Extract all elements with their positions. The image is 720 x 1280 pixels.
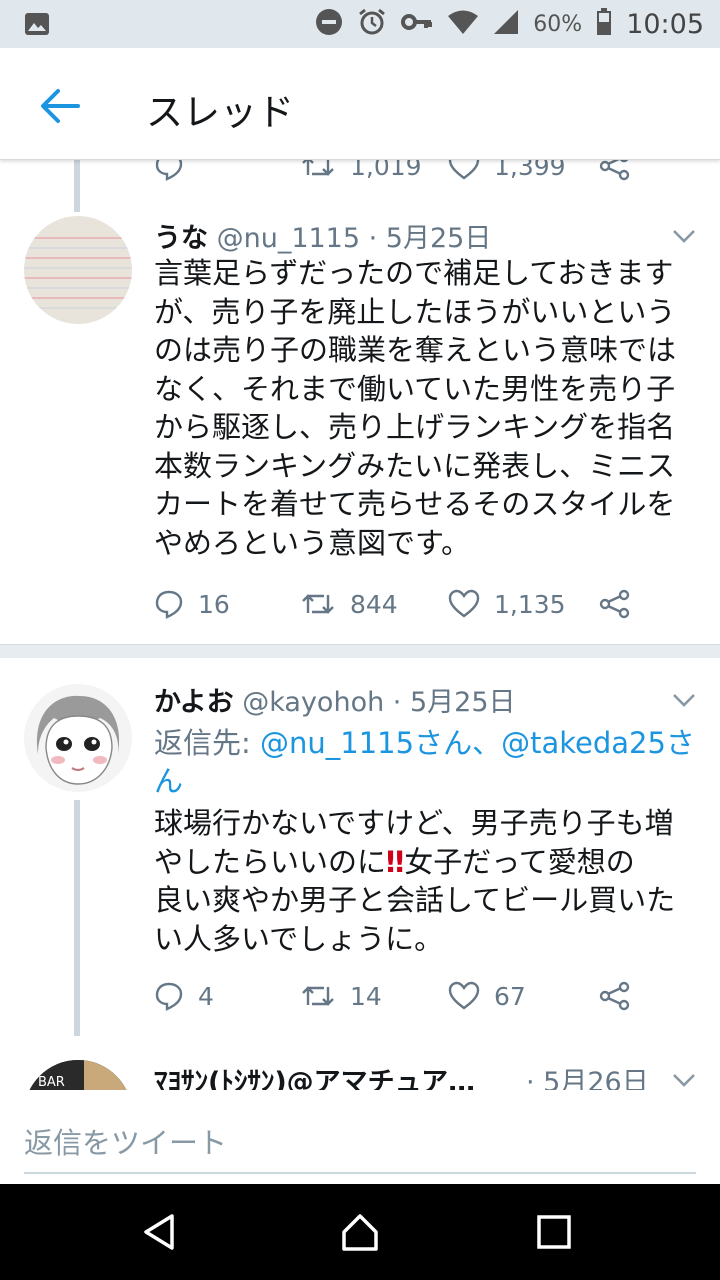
gallery-notification-icon — [24, 12, 50, 40]
like-count: 1,399 — [494, 160, 566, 181]
alarm-icon — [357, 7, 387, 41]
thread-line — [74, 800, 80, 1036]
share-button[interactable] — [598, 584, 632, 624]
reply-button[interactable]: 4 — [154, 976, 214, 1016]
share-button[interactable] — [598, 976, 632, 1016]
tweet-text-line: い人多いでしょうに。 — [154, 921, 444, 956]
tweet-date[interactable]: · 5月25日 — [393, 687, 516, 718]
like-button[interactable]: 1,399 — [448, 160, 566, 186]
tweet-text-line: 本数ランキングみたいに発表し、ミニス — [154, 448, 676, 483]
retweet-button[interactable]: 14 — [300, 976, 382, 1016]
tweet-text-line: カートを着せて売らせるそのスタイルを — [154, 487, 676, 521]
tweet-header: ﾏﾖｻﾝ(ﾄｼｻﾝ)@アマチュア… — [154, 1060, 475, 1090]
avatar[interactable]: BAR — [24, 1060, 132, 1090]
display-name[interactable]: ﾏﾖｻﾝ(ﾄｼｻﾝ)@アマチュア… — [154, 1067, 475, 1090]
tweet-text-line: が、売り子を廃止したほうがいいという — [154, 294, 676, 329]
chevron-down-icon[interactable] — [672, 228, 696, 244]
display-name[interactable]: うな — [154, 223, 208, 254]
tweet-text-line: のは売り子の職業を奪えという意味では — [154, 333, 677, 367]
retweet-count: 844 — [350, 589, 398, 619]
signal-icon — [493, 9, 519, 39]
mention-link[interactable]: ん — [154, 764, 183, 798]
mention-link[interactable]: @nu_1115さん — [260, 726, 472, 760]
share-icon[interactable] — [598, 160, 632, 186]
retweet-count: 14 — [350, 981, 382, 1011]
battery-percent: 60% — [533, 11, 583, 37]
reply-icon — [155, 590, 183, 619]
thread-line — [74, 160, 80, 212]
input-underline — [24, 1172, 696, 1174]
tweet-date[interactable]: · 5月26日 — [526, 1067, 649, 1090]
wifi-icon — [447, 9, 479, 39]
tweet-actions: 16 844 1,135 — [154, 584, 674, 624]
reply-icon — [155, 982, 183, 1011]
tweet-actions: 4 14 67 — [154, 976, 674, 1016]
navigation-bar — [0, 1184, 720, 1280]
mention-link[interactable]: @takeda25さ — [501, 726, 695, 760]
tweet-text-line: 良い爽やか男子と会話してビール買いた — [154, 883, 676, 917]
like-button[interactable]: 1,135 — [448, 584, 566, 624]
tweet-text: 言葉足らずだったので補足しておきます が、売り子を廃止したほうがいいという のは… — [154, 254, 698, 562]
tweet-text: 球場行かないですけど、男子売り子も増 やしたらいいのに‼女子だって愛想の 良い爽… — [154, 804, 698, 958]
tweet-header: かよお @kayohoh · 5月25日 — [154, 680, 516, 719]
retweet-count: 1,019 — [350, 160, 422, 181]
reply-count: 16 — [198, 589, 230, 619]
like-count: 67 — [494, 981, 526, 1011]
tweet-header: うな @nu_1115 · 5月25日 — [154, 216, 491, 255]
tweet-text-line: 球場行かないですけど、男子売り子も増 — [154, 806, 674, 840]
tweet-divider — [0, 644, 720, 658]
retweet-icon — [302, 986, 334, 1006]
page-title: スレッド — [146, 91, 294, 134]
mention-separator: 、 — [472, 726, 502, 760]
reply-count: 4 — [198, 981, 214, 1011]
back-nav-icon[interactable] — [140, 1212, 180, 1252]
thread-content[interactable]: 1,019 1,399 うな @nu_1115 · 5月25日 言葉足らずだった… — [0, 160, 720, 1090]
reply-icon[interactable] — [154, 160, 184, 186]
do-not-disturb-icon — [315, 8, 343, 40]
avatar[interactable] — [24, 684, 132, 792]
retweet-button[interactable]: 844 — [300, 584, 398, 624]
handle[interactable]: @nu_1115 — [217, 223, 360, 254]
chevron-down-icon[interactable] — [672, 692, 696, 708]
avatar-text: BAR — [38, 1075, 65, 1090]
home-nav-icon[interactable] — [340, 1212, 380, 1252]
recents-nav-icon[interactable] — [534, 1212, 574, 1252]
tweet-date[interactable]: · 5月25日 — [369, 223, 492, 254]
reply-context: 返信先: @nu_1115さん、@takeda25さ ん — [154, 724, 698, 800]
status-bar: 60% 10:05 — [0, 0, 720, 48]
handle[interactable]: @kayohoh — [242, 687, 384, 718]
back-arrow-icon[interactable] — [38, 86, 82, 126]
tweet-text-line: 言葉足らずだったので補足しておきます — [154, 256, 674, 290]
double-exclamation-emoji: ‼ — [386, 844, 405, 879]
app-header: スレッド — [0, 48, 720, 160]
tweet-text-line: 女子だって愛想の — [404, 844, 635, 879]
chevron-down-icon[interactable] — [672, 1072, 696, 1088]
tweet-text-line: やしたらいいのに — [154, 844, 387, 879]
tweet-text-line: から駆逐し、売り上げランキングを指名 — [154, 410, 676, 444]
reply-input-placeholder[interactable]: 返信をツイート — [24, 1120, 227, 1162]
battery-icon — [596, 8, 612, 40]
retweet-button[interactable]: 1,019 — [300, 160, 422, 186]
heart-icon — [448, 981, 480, 1010]
vpn-key-icon — [401, 12, 433, 36]
clock: 10:05 — [626, 8, 704, 40]
like-count: 1,135 — [494, 589, 566, 619]
retweet-icon — [302, 594, 334, 614]
prev-tweet-actions: 1,019 1,399 — [154, 160, 674, 186]
reply-prefix: 返信先: — [154, 726, 260, 760]
avatar[interactable] — [24, 216, 132, 324]
heart-icon — [448, 589, 480, 618]
share-icon — [599, 589, 630, 619]
reply-button[interactable]: 16 — [154, 584, 230, 624]
share-icon — [599, 981, 630, 1011]
tweet-text-line: やめろという意図です。 — [154, 525, 471, 560]
reply-composer[interactable]: 返信をツイート — [0, 1090, 720, 1184]
display-name[interactable]: かよお — [154, 687, 234, 718]
like-button[interactable]: 67 — [448, 976, 526, 1016]
tweet-text-line: なく、それまで働いていた男性を売り子 — [154, 371, 676, 406]
tweet-date-wrap: · 5月26日 — [526, 1060, 649, 1090]
